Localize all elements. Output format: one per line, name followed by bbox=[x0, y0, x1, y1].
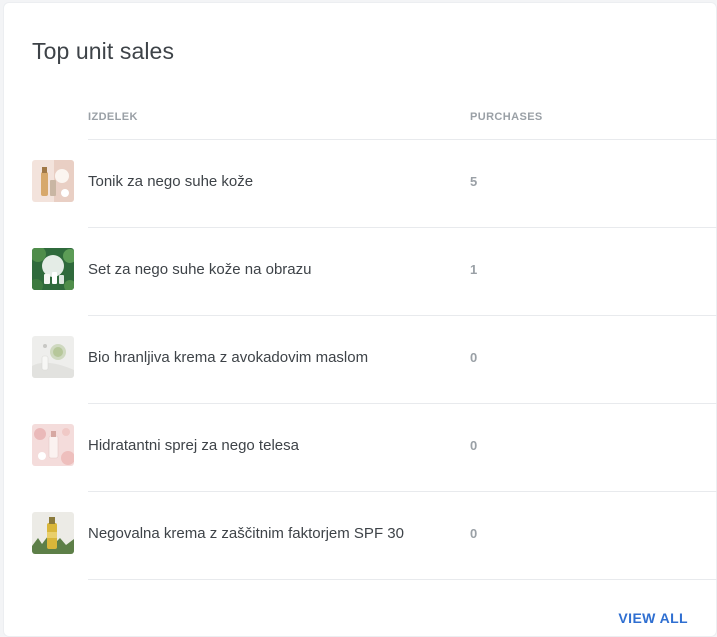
card-title: Top unit sales bbox=[32, 38, 175, 64]
purchase-count: 1 bbox=[470, 262, 478, 277]
product-name: Set za nego suhe kože na obrazu bbox=[88, 261, 312, 278]
column-header-product: IZDELEK bbox=[88, 111, 138, 123]
product-thumbnail bbox=[32, 248, 74, 290]
table-row: Tonik za nego suhe kože 5 bbox=[4, 140, 717, 228]
table-row: Hidratantni sprej za nego telesa 0 bbox=[4, 404, 717, 492]
purchase-count: 5 bbox=[470, 174, 478, 189]
table-row: Set za nego suhe kože na obrazu 1 bbox=[4, 228, 717, 316]
purchase-count: 0 bbox=[470, 438, 478, 453]
product-thumbnail bbox=[32, 424, 74, 466]
purchase-count: 0 bbox=[470, 526, 478, 541]
product-thumbnail bbox=[32, 160, 74, 202]
table-row: Negovalna krema z zaščitnim faktorjem SP… bbox=[4, 492, 717, 580]
table-row: Bio hranljiva krema z avokadovim maslom … bbox=[4, 316, 717, 404]
product-name: Bio hranljiva krema z avokadovim maslom bbox=[88, 349, 369, 366]
top-unit-sales-card: Top unit sales IZDELEK PURCHASES Tonik z… bbox=[3, 2, 717, 637]
product-name: Negovalna krema z zaščitnim faktorjem SP… bbox=[88, 525, 404, 542]
product-list: Tonik za nego suhe kože 5 Set za nego su… bbox=[4, 140, 717, 580]
product-name: Hidratantni sprej za nego telesa bbox=[88, 437, 299, 454]
product-thumbnail bbox=[32, 336, 74, 378]
product-name: Tonik za nego suhe kože bbox=[88, 173, 254, 190]
view-all-link[interactable]: VIEW ALL bbox=[618, 610, 688, 626]
column-header-purchases: PURCHASES bbox=[470, 111, 543, 123]
purchase-count: 0 bbox=[470, 350, 478, 365]
table-header: IZDELEK PURCHASES bbox=[88, 111, 717, 140]
product-thumbnail bbox=[32, 512, 74, 554]
